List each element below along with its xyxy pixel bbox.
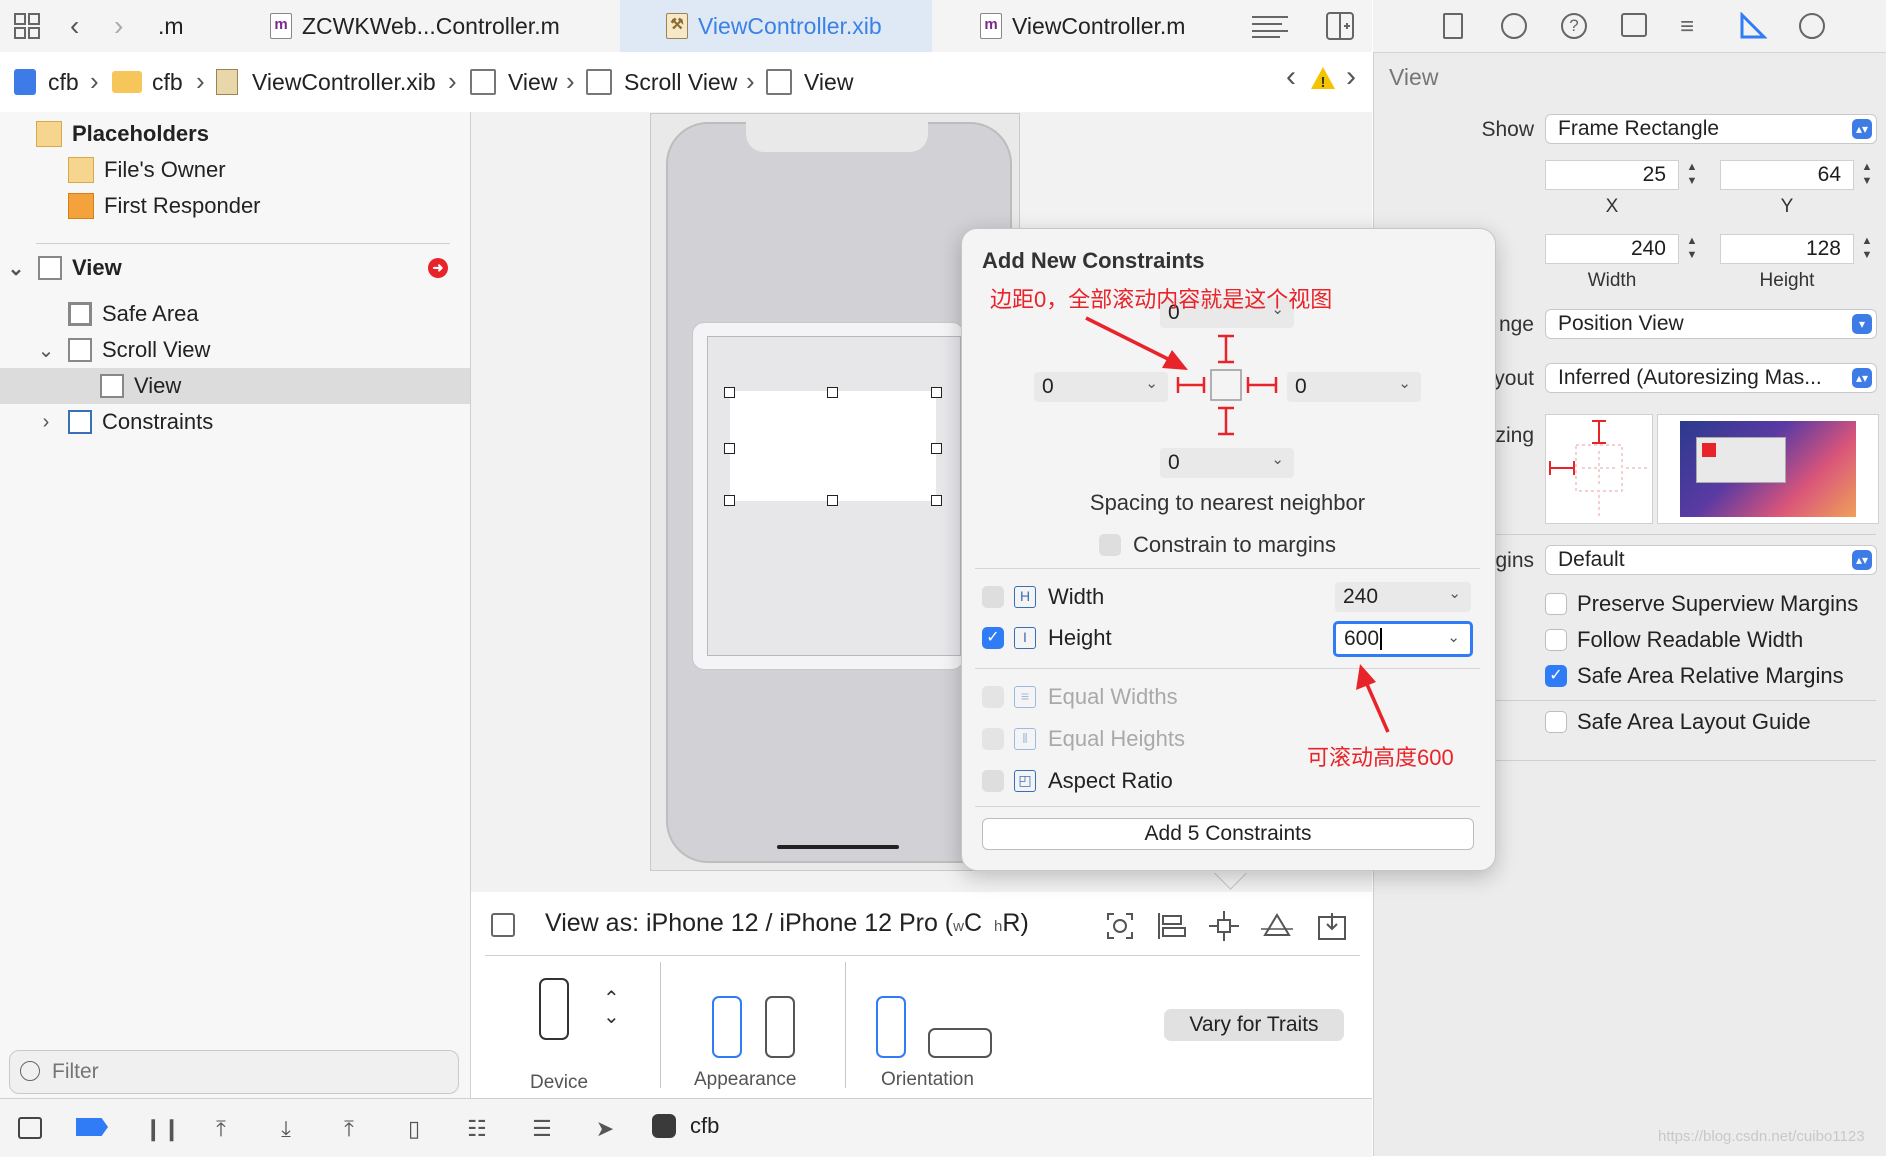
margins-arrow [1085, 316, 1171, 362]
margins-arrow-head [1162, 350, 1188, 370]
height-arrow [1364, 681, 1390, 733]
annotation-arrows [1085, 316, 1390, 733]
